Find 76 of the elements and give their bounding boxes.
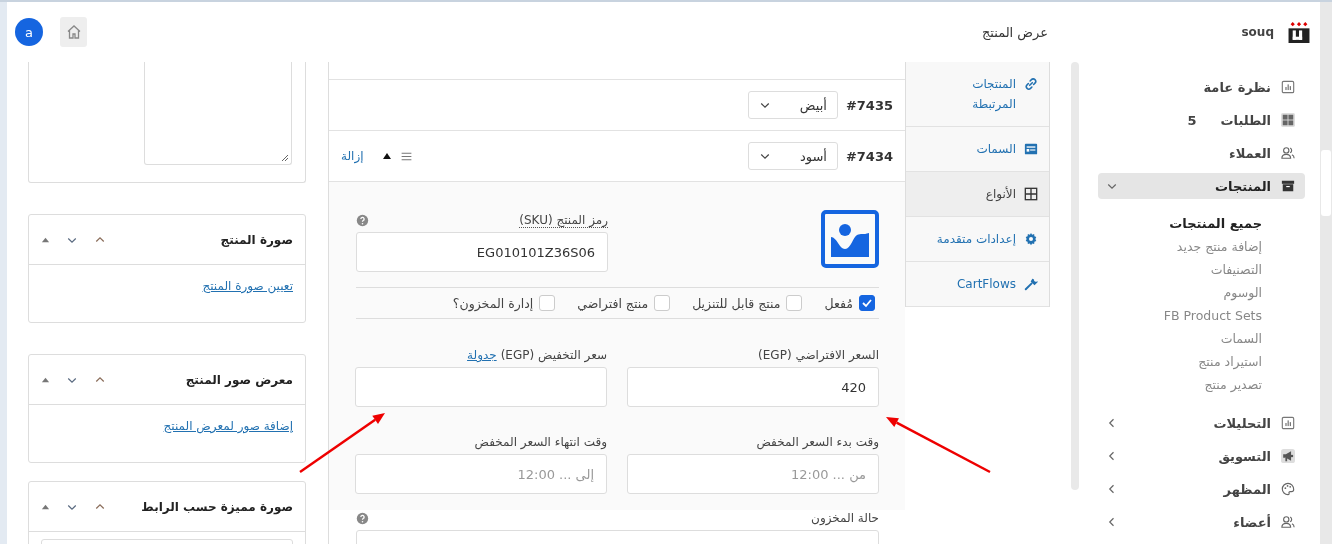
checkbox-label: إدارة المخزون؟	[452, 295, 534, 311]
checkbox-label: مُفعل	[824, 295, 853, 311]
submenu-item[interactable]: تصدير منتج	[1080, 373, 1320, 396]
collapse-icon[interactable]	[41, 235, 50, 244]
home-icon	[65, 24, 82, 40]
chart-icon	[1281, 80, 1295, 94]
collapse-icon[interactable]	[41, 502, 50, 511]
box-link[interactable]: إضافة صور لمعرض المنتج	[163, 419, 293, 433]
submenu-item[interactable]: التصنيفات	[1080, 258, 1320, 281]
field-label: السعر الافتراضي (EGP)	[758, 348, 879, 362]
chart-icon	[1281, 416, 1295, 430]
archive-icon	[1281, 179, 1295, 193]
date-field[interactable]: إلى ... 12:00	[355, 454, 607, 494]
date-field[interactable]: من ... 12:00	[627, 454, 879, 494]
remove-link[interactable]: إزالة	[341, 149, 364, 163]
box-title: معرض صور المنتج	[185, 372, 293, 387]
nav-item[interactable]: العملاء	[1098, 140, 1305, 166]
submenu-item[interactable]: إضافة منتج جديد	[1080, 235, 1320, 258]
nav-item[interactable]: نظرة عامة	[1098, 74, 1305, 100]
product-tab[interactable]: المنتجات المرتبطة	[906, 62, 1049, 127]
users-icon	[1281, 515, 1295, 529]
resize-handle-icon	[281, 154, 289, 162]
megaphone-icon	[1281, 449, 1295, 463]
submenu-item[interactable]: الوسوم	[1080, 281, 1320, 304]
field-label: رمز المنتج (SKU)	[519, 212, 608, 228]
nav-item[interactable]: المظهر	[1098, 476, 1305, 502]
text-area[interactable]	[144, 62, 292, 165]
image-icon	[821, 210, 879, 268]
checkbox-label: منتج افتراضي	[577, 295, 649, 311]
help-icon	[356, 213, 369, 227]
brand-name: souq	[1241, 25, 1274, 39]
price-field[interactable]	[355, 367, 607, 407]
help-icon	[356, 511, 369, 525]
logo-icon	[1288, 21, 1310, 43]
submenu-item[interactable]: FB Product Sets	[1080, 304, 1320, 327]
order-count: 5	[1187, 112, 1197, 128]
price-field[interactable]: 420	[627, 367, 879, 407]
submenu-item[interactable]: استيراد منتج	[1080, 350, 1320, 373]
submenu-item[interactable]: السمات	[1080, 327, 1320, 350]
box-title: صورة المنتج	[220, 232, 293, 247]
link-icon	[1024, 77, 1038, 91]
product-tab[interactable]: إعدادات متقدمة	[906, 217, 1049, 262]
collapse-icon[interactable]	[41, 375, 50, 384]
field-label: سعر التخفيض (EGP)	[500, 348, 607, 362]
box-title: صورة مميزة حسب الرابط	[141, 499, 293, 514]
nav-item[interactable]: أعضاء	[1098, 509, 1305, 535]
field-label: حالة المخزون	[811, 511, 879, 525]
product-tab[interactable]: الأنواع	[906, 172, 1049, 217]
attribute-select[interactable]: أبيض	[747, 91, 838, 119]
checkbox[interactable]	[859, 295, 875, 311]
nav-item[interactable]: التسويق	[1098, 443, 1305, 469]
product-tab[interactable]: CartFlows	[906, 262, 1049, 307]
variation-id: #7434	[845, 148, 893, 164]
wrench-icon	[1024, 277, 1038, 291]
grid-icon	[1024, 187, 1038, 201]
page-title: عرض المنتج	[981, 24, 1049, 40]
nav-item[interactable]: المنتجات	[1098, 173, 1305, 199]
settings-icon	[1024, 232, 1038, 246]
sku-field[interactable]: EG010101Z36S06	[356, 232, 608, 272]
list-icon	[1024, 142, 1038, 156]
attribute-select[interactable]: أسود	[747, 142, 838, 170]
palette-icon	[1281, 482, 1295, 496]
field-label: وقت انتهاء السعر المخفض	[474, 435, 607, 449]
variation-id: #7435	[845, 97, 893, 113]
users-icon	[1281, 146, 1295, 160]
nav-item[interactable]: التحليلات	[1098, 410, 1305, 436]
box-link[interactable]: تعيين صورة المنتج	[202, 279, 293, 293]
grid-icon	[1281, 113, 1295, 127]
avatar[interactable]: a	[15, 18, 43, 46]
submenu-item[interactable]: جميع المنتجات	[1080, 212, 1320, 235]
schedule-link[interactable]: جدولة	[467, 348, 497, 362]
field-label: وقت بدء السعر المخفض	[756, 435, 879, 449]
checkbox-label: منتج قابل للتنزيل	[692, 295, 781, 311]
triangle-icon[interactable]	[381, 151, 392, 161]
home-button[interactable]	[60, 17, 87, 47]
scrollbar-track[interactable]	[1320, 2, 1332, 544]
